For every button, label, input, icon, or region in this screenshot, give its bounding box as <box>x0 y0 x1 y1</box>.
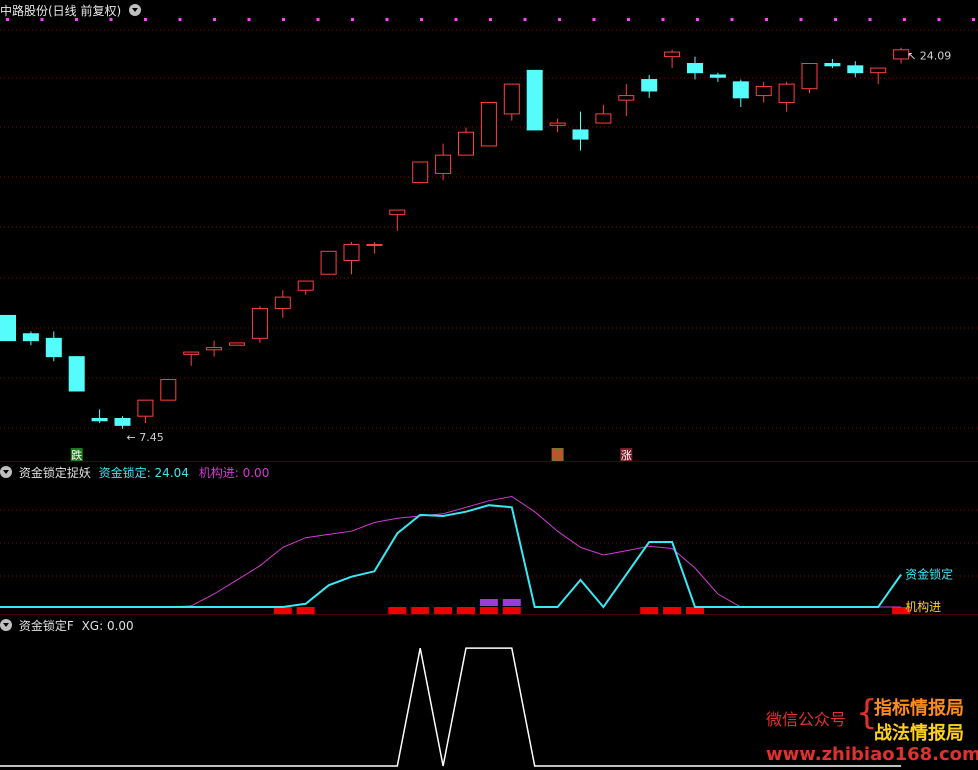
top-dot-marker <box>213 18 216 21</box>
candle-body <box>137 399 154 417</box>
candle-body <box>618 95 635 101</box>
signal-bar-red <box>686 607 704 614</box>
top-dot-marker <box>109 18 113 21</box>
top-dot-marker <box>972 18 975 21</box>
top-dot-marker <box>316 18 320 21</box>
watermark-url: www.zhibiao168.com <box>766 744 978 765</box>
signal-bar-red <box>411 607 430 614</box>
candle-body <box>641 79 658 92</box>
top-dot-marker <box>661 18 665 21</box>
top-dot-marker <box>799 18 803 21</box>
candle-body <box>274 296 291 310</box>
candle-body <box>687 63 703 74</box>
top-dot-marker <box>730 18 734 21</box>
top-dot-marker <box>247 18 251 21</box>
top-dot-marker <box>178 18 182 21</box>
candle-body <box>183 351 200 355</box>
signal-bar-red <box>502 607 521 614</box>
candle-body <box>847 65 864 74</box>
institution-end-label: 机构进 <box>905 599 941 614</box>
fund-lock-line <box>0 504 902 609</box>
signal-bar-purple <box>502 599 521 606</box>
candle-body <box>709 74 726 78</box>
indicator1-chart: 资金锁定机构进 <box>0 495 978 615</box>
candle-body <box>114 417 131 426</box>
candle-body <box>503 83 520 115</box>
top-dot-marker <box>144 18 147 21</box>
candle-body <box>824 63 841 67</box>
candle-body <box>343 243 360 261</box>
top-dot-marker <box>592 18 596 21</box>
candle-body <box>0 314 16 342</box>
high-price-label: ↖ 24.09 <box>907 50 951 63</box>
top-dot-marker <box>903 18 906 21</box>
signal-label: 榜 <box>552 448 563 462</box>
top-dot-marker <box>75 18 78 21</box>
candle-body <box>595 113 612 124</box>
top-dot-marker <box>627 18 630 21</box>
candle-body <box>480 101 497 147</box>
candle-body <box>870 67 887 74</box>
signal-label: 涨 <box>621 449 632 462</box>
candle-body <box>572 129 589 140</box>
candle-body <box>389 209 406 216</box>
low-price-label: ← 7.45 <box>127 431 164 444</box>
candle-body <box>526 69 543 131</box>
watermark-label: 微信公众号 <box>766 710 847 729</box>
signal-label: 跌 <box>71 448 82 462</box>
candle-body <box>160 379 177 401</box>
candle-body <box>435 154 452 174</box>
top-dot-marker <box>385 18 389 21</box>
top-dot-marker <box>868 18 872 21</box>
candle-body <box>45 337 62 358</box>
signal-bar-red <box>434 607 453 614</box>
candle-body <box>366 243 383 246</box>
signal-bar-red <box>479 607 498 614</box>
candle-body <box>22 333 39 342</box>
top-dot-marker <box>523 18 527 21</box>
candle-body <box>801 63 818 90</box>
candle-body <box>412 161 429 184</box>
top-dot-marker <box>454 18 458 21</box>
candle-body <box>68 356 85 392</box>
candle-body <box>755 85 772 97</box>
signal-bar-red <box>388 607 407 614</box>
institution-line <box>0 495 902 608</box>
top-dot-marker <box>834 18 837 21</box>
top-dot-marker <box>489 18 492 21</box>
signal-bar-red <box>640 607 659 614</box>
top-dot-marker <box>696 18 699 21</box>
signal-bar-red <box>273 607 292 614</box>
candle-body <box>732 81 749 99</box>
signal-bar-red <box>296 607 315 614</box>
candle-body <box>549 122 566 126</box>
signal-bar-red <box>663 607 682 614</box>
watermark-line1: 指标情报局 <box>874 698 964 719</box>
top-dot-marker <box>420 18 423 21</box>
signal-bar-purple <box>479 599 498 606</box>
candle-body <box>229 342 245 346</box>
watermark-line2: 战法情报局 <box>874 723 964 744</box>
candle-body <box>91 417 108 422</box>
candle-body <box>206 346 223 351</box>
candle-body <box>251 308 268 339</box>
candle-body <box>458 131 474 156</box>
top-dot-marker <box>558 18 561 21</box>
top-dot-marker <box>351 18 354 21</box>
top-dot-marker <box>6 18 9 21</box>
candle-body <box>320 250 337 275</box>
top-dot-marker <box>282 18 285 21</box>
candle-body <box>778 83 795 103</box>
candlestick-chart: ↖ 24.09 ← 7.45 跌 榜 涨 <box>0 18 978 462</box>
fund-lock-end-label: 资金锁定 <box>905 567 953 582</box>
top-dot-marker <box>765 18 768 21</box>
candle-body <box>297 280 314 291</box>
top-dot-marker <box>40 18 44 21</box>
top-dot-marker <box>937 18 941 21</box>
candle-body <box>664 51 681 58</box>
signal-bar-red <box>457 607 475 614</box>
